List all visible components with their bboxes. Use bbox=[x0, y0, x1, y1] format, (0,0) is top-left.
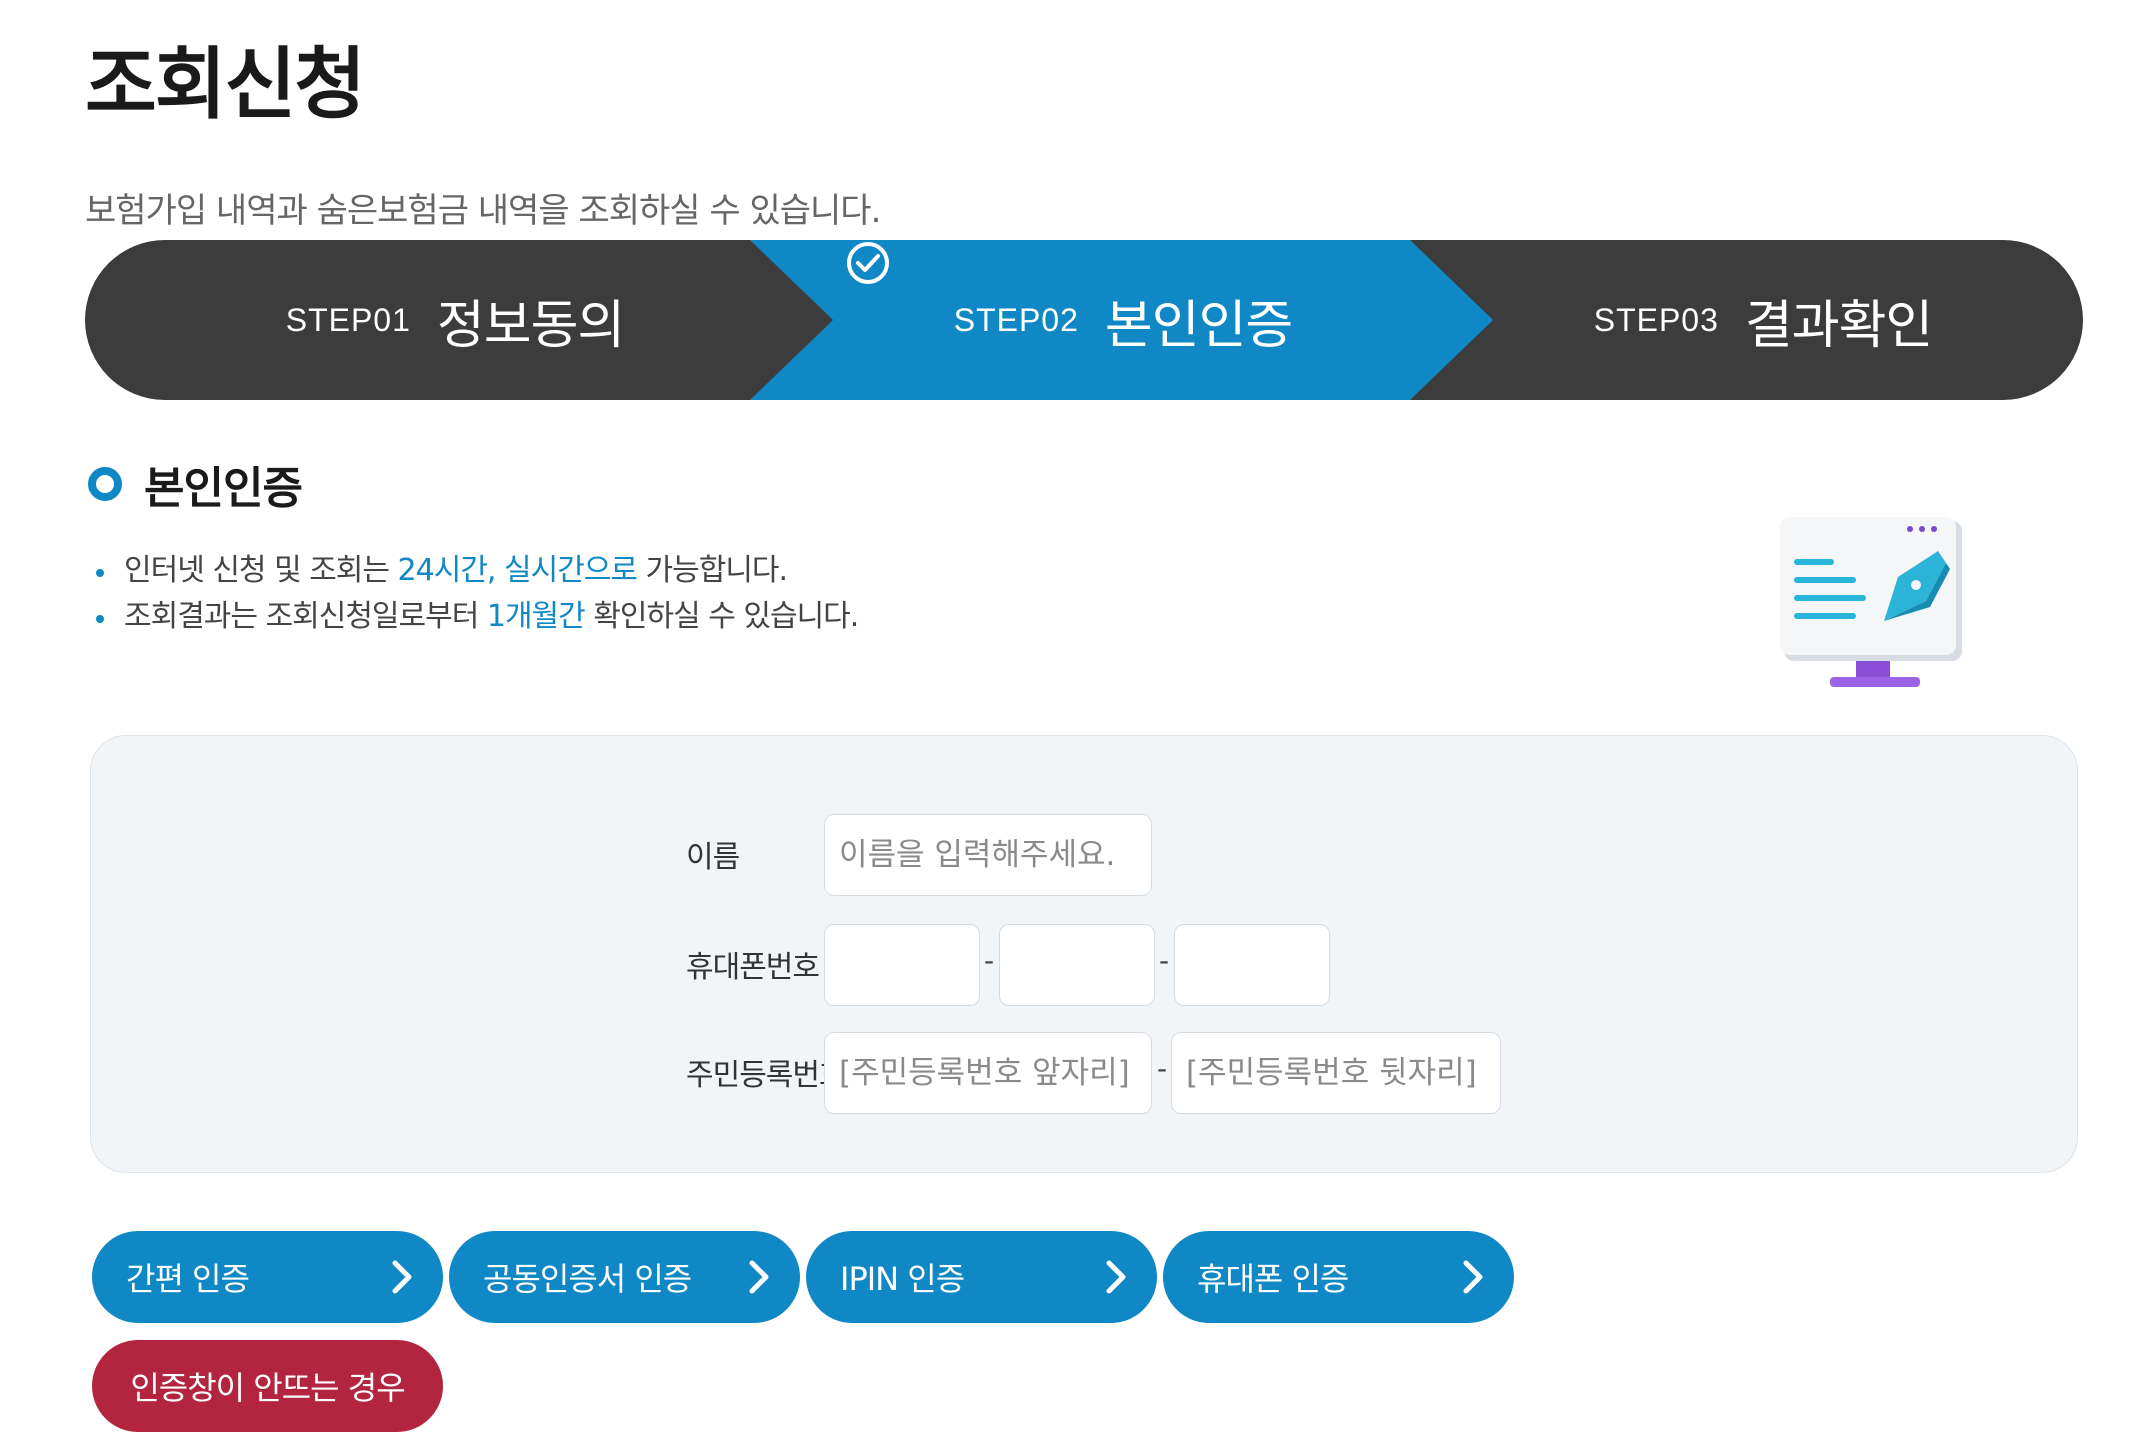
step-2-name: 본인인증 bbox=[1104, 295, 1293, 356]
identity-form: 이름 휴대폰번호 - - 주민등록번호 - bbox=[90, 735, 2078, 1173]
rrn-separator: - bbox=[1157, 1052, 1168, 1085]
notice-text: 가능합니다. bbox=[637, 553, 789, 588]
rrn-front-input[interactable] bbox=[824, 1032, 1152, 1114]
phone-part3-input[interactable] bbox=[1174, 924, 1330, 1006]
name-input[interactable] bbox=[824, 814, 1152, 896]
step-3-number: STEP03 bbox=[1593, 301, 1719, 338]
notice-text: 조회결과는 조회신청일로부터 bbox=[124, 599, 487, 634]
step-3-name: 결과확인 bbox=[1744, 295, 1933, 356]
phone-auth-label: 휴대폰 인증 bbox=[1197, 1260, 1349, 1298]
rrn-label: 주민등록번호 bbox=[686, 1058, 847, 1093]
page-description: 보험가입 내역과 숨은보험금 내역을 조회하실 수 있습니다. bbox=[85, 191, 881, 231]
section-bullet-icon bbox=[88, 467, 122, 501]
simple-auth-label: 간편 인증 bbox=[126, 1260, 250, 1298]
ipin-auth-label: IPIN 인증 bbox=[840, 1260, 965, 1298]
phone-separator: - bbox=[1159, 944, 1170, 977]
step-1: STEP01 정보동의 bbox=[145, 240, 765, 400]
notice-item: 조회결과는 조회신청일로부터 1개월간 확인하실 수 있습니다. bbox=[96, 594, 859, 640]
step-2: STEP02 본인인증 bbox=[833, 240, 1413, 400]
simple-auth-button[interactable]: 간편 인증 bbox=[92, 1231, 443, 1323]
popup-help-button[interactable]: 인증창이 안뜨는 경우 bbox=[92, 1340, 443, 1432]
phone-label: 휴대폰번호 bbox=[686, 950, 820, 985]
chevron-right-icon bbox=[392, 1260, 412, 1294]
monitor-pen-icon bbox=[1780, 517, 1962, 687]
chevron-right-icon bbox=[1106, 1260, 1126, 1294]
popup-help-label: 인증창이 안뜨는 경우 bbox=[130, 1369, 405, 1407]
notice-highlight: 1개월간 bbox=[486, 599, 586, 634]
name-label: 이름 bbox=[686, 840, 740, 875]
section-title: 본인인증 bbox=[88, 452, 303, 516]
notice-text: 인터넷 신청 및 조회는 bbox=[124, 553, 398, 588]
notice-item: 인터넷 신청 및 조회는 24시간, 실시간으로 가능합니다. bbox=[96, 548, 858, 594]
cert-auth-label: 공동인증서 인증 bbox=[483, 1260, 692, 1298]
notice-list: 인터넷 신청 및 조회는 24시간, 실시간으로 가능합니다. 조회결과는 조회… bbox=[96, 548, 859, 640]
cert-auth-button[interactable]: 공동인증서 인증 bbox=[449, 1231, 800, 1323]
phone-separator: - bbox=[984, 944, 995, 977]
page-title: 조회신청 bbox=[85, 40, 366, 130]
step-1-number: STEP01 bbox=[285, 301, 411, 338]
step-3: STEP03 결과확인 bbox=[1493, 240, 2033, 400]
ipin-auth-button[interactable]: IPIN 인증 bbox=[806, 1231, 1157, 1323]
section-title-text: 본인인증 bbox=[144, 463, 303, 514]
chevron-right-icon bbox=[749, 1260, 769, 1294]
step-progress-bar: STEP01 정보동의 STEP02 본인인증 STEP03 결과확인 bbox=[85, 240, 2083, 400]
rrn-back-input[interactable] bbox=[1171, 1032, 1501, 1114]
check-circle-icon bbox=[847, 242, 889, 284]
notice-text: 확인하실 수 있습니다. bbox=[584, 599, 859, 634]
phone-auth-button[interactable]: 휴대폰 인증 bbox=[1163, 1231, 1514, 1323]
phone-part1-input[interactable] bbox=[824, 924, 980, 1006]
chevron-right-icon bbox=[1463, 1260, 1483, 1294]
notice-highlight: 24시간, 실시간으로 bbox=[397, 553, 638, 588]
phone-part2-input[interactable] bbox=[999, 924, 1155, 1006]
step-2-number: STEP02 bbox=[953, 301, 1079, 338]
step-1-name: 정보동의 bbox=[436, 295, 625, 356]
